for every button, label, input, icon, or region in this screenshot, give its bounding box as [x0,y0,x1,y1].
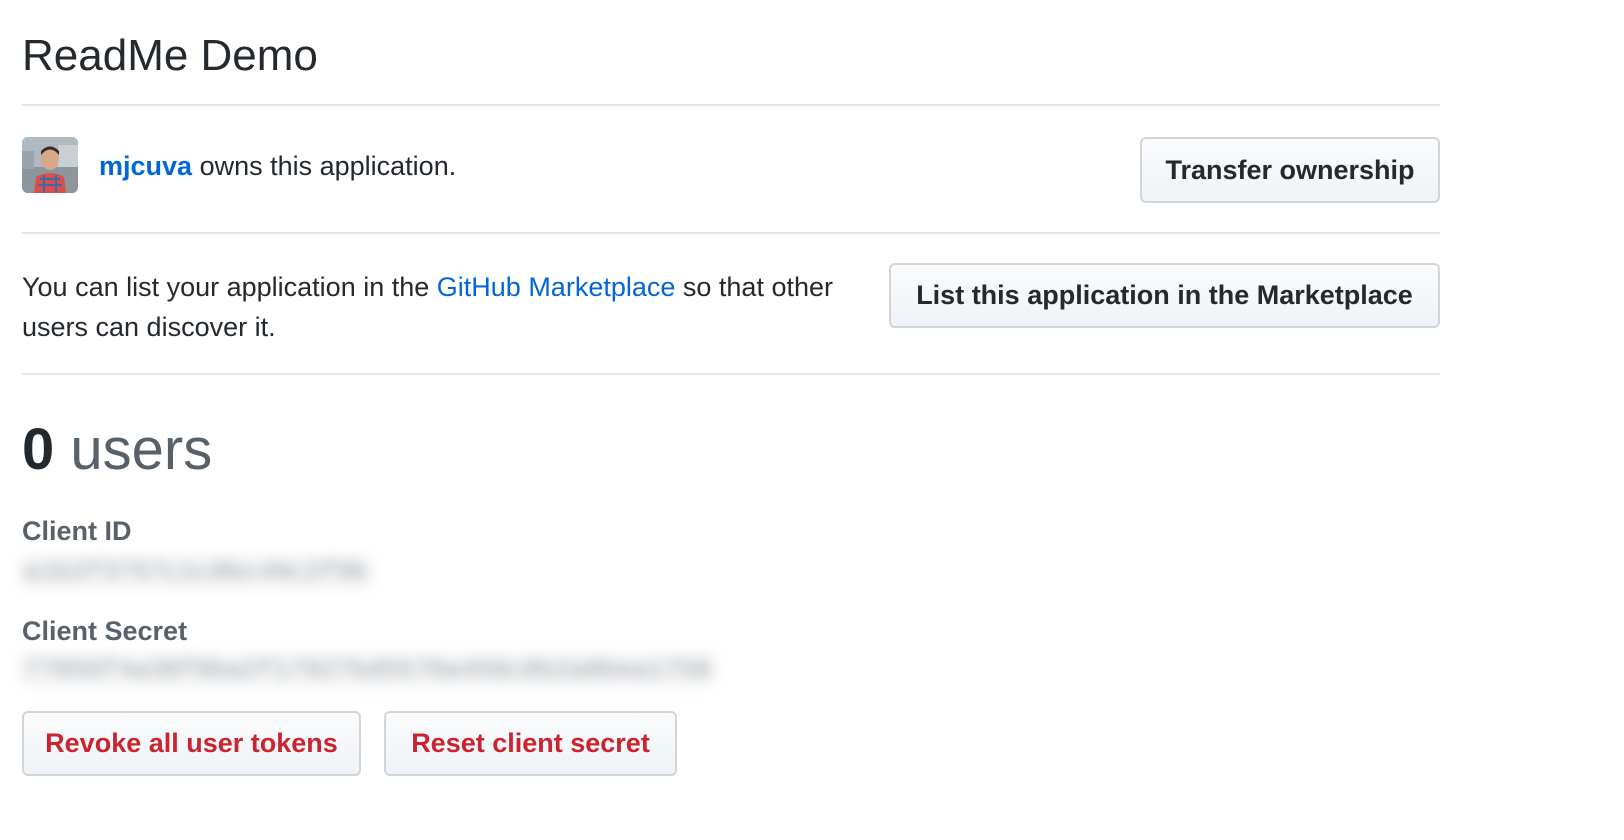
owner-row: mjcuva owns this application. Transfer o… [22,137,1440,203]
avatar[interactable] [22,137,78,193]
users-count-label: users [70,417,213,482]
divider [22,232,1440,234]
list-in-marketplace-button[interactable]: List this application in the Marketplace [889,263,1440,328]
github-marketplace-link[interactable]: GitHub Marketplace [437,272,676,302]
page-title: ReadMe Demo [22,31,318,80]
owner-suffix: owns this application. [192,151,457,181]
marketplace-text-before: You can list your application in the [22,272,437,302]
client-id-label: Client ID [22,516,132,546]
marketplace-row: You can list your application in the Git… [22,263,1440,345]
users-count: 0 users [22,416,212,484]
users-count-number: 0 [22,417,55,482]
transfer-ownership-button[interactable]: Transfer ownership [1140,137,1440,203]
client-secret-value: 77856f4a38f8ba2f17927bd5570a456c8b2a8bea… [18,652,717,688]
owner-text: mjcuva owns this application. [99,150,456,182]
app-settings-page: ReadMe Demo mjcuva owns this application… [0,0,1624,840]
divider [22,373,1440,375]
reset-client-secret-button[interactable]: Reset client secret [384,711,677,776]
revoke-all-tokens-button[interactable]: Revoke all user tokens [22,711,361,776]
marketplace-description: You can list your application in the Git… [22,267,882,347]
divider [22,104,1440,106]
owner-username-link[interactable]: mjcuva [99,151,192,181]
client-id-value: a1b2f3757c1c8bc49c2f9b [18,554,374,590]
client-secret-label: Client Secret [22,616,188,646]
avatar-image [22,137,78,193]
